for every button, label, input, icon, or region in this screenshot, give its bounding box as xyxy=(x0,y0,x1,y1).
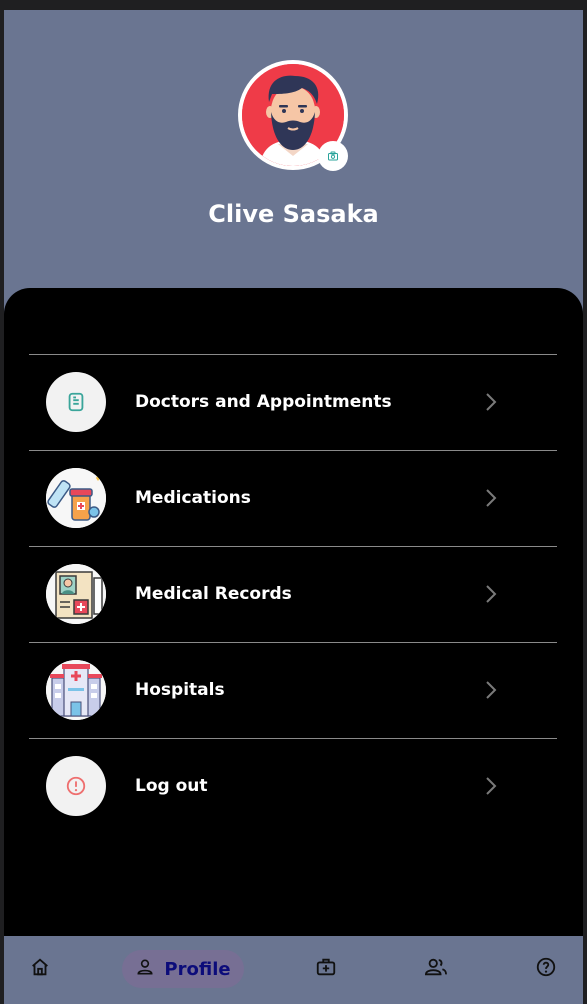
medical-records-icon xyxy=(46,564,106,624)
help-icon xyxy=(535,956,557,982)
menu-item-label: Medical Records xyxy=(135,584,292,604)
chevron-right-icon xyxy=(483,488,499,508)
bottom-nav: Profile xyxy=(4,936,583,1004)
menu-item-doctors-appointments[interactable]: Doctors and Appointments xyxy=(29,355,557,451)
alert-icon xyxy=(46,756,106,816)
person-icon xyxy=(135,957,155,981)
change-photo-button[interactable] xyxy=(318,141,348,171)
menu-item-label: Doctors and Appointments xyxy=(135,392,392,412)
menu-item-medications[interactable]: Medications xyxy=(29,451,557,547)
profile-screen: Clive Sasaka Doctors and Appointments Me… xyxy=(4,10,583,1004)
hospital-icon xyxy=(46,660,106,720)
menu-item-label: Log out xyxy=(135,776,208,796)
nav-profile[interactable]: Profile xyxy=(122,950,244,988)
first-aid-icon xyxy=(315,956,337,982)
nav-help[interactable] xyxy=(530,950,562,988)
group-icon xyxy=(424,956,448,982)
chevron-right-icon xyxy=(483,392,499,412)
nav-first-aid[interactable] xyxy=(310,950,342,988)
chevron-right-icon xyxy=(483,680,499,700)
nav-group[interactable] xyxy=(420,950,452,988)
document-icon xyxy=(46,372,106,432)
nav-home[interactable] xyxy=(24,950,56,988)
camera-icon xyxy=(327,147,339,166)
nav-profile-label: Profile xyxy=(164,958,231,980)
menu-sheet: Doctors and Appointments Medications Med… xyxy=(4,288,583,936)
profile-menu: Doctors and Appointments Medications Med… xyxy=(29,354,557,834)
menu-item-label: Medications xyxy=(135,488,251,508)
home-icon xyxy=(29,956,51,982)
medication-icon xyxy=(46,468,106,528)
chevron-right-icon xyxy=(483,776,499,796)
menu-item-label: Hospitals xyxy=(135,680,225,700)
menu-item-log-out[interactable]: Log out xyxy=(29,739,557,834)
profile-name: Clive Sasaka xyxy=(208,200,379,228)
chevron-right-icon xyxy=(483,584,499,604)
menu-item-hospitals[interactable]: Hospitals xyxy=(29,643,557,739)
menu-item-medical-records[interactable]: Medical Records xyxy=(29,547,557,643)
